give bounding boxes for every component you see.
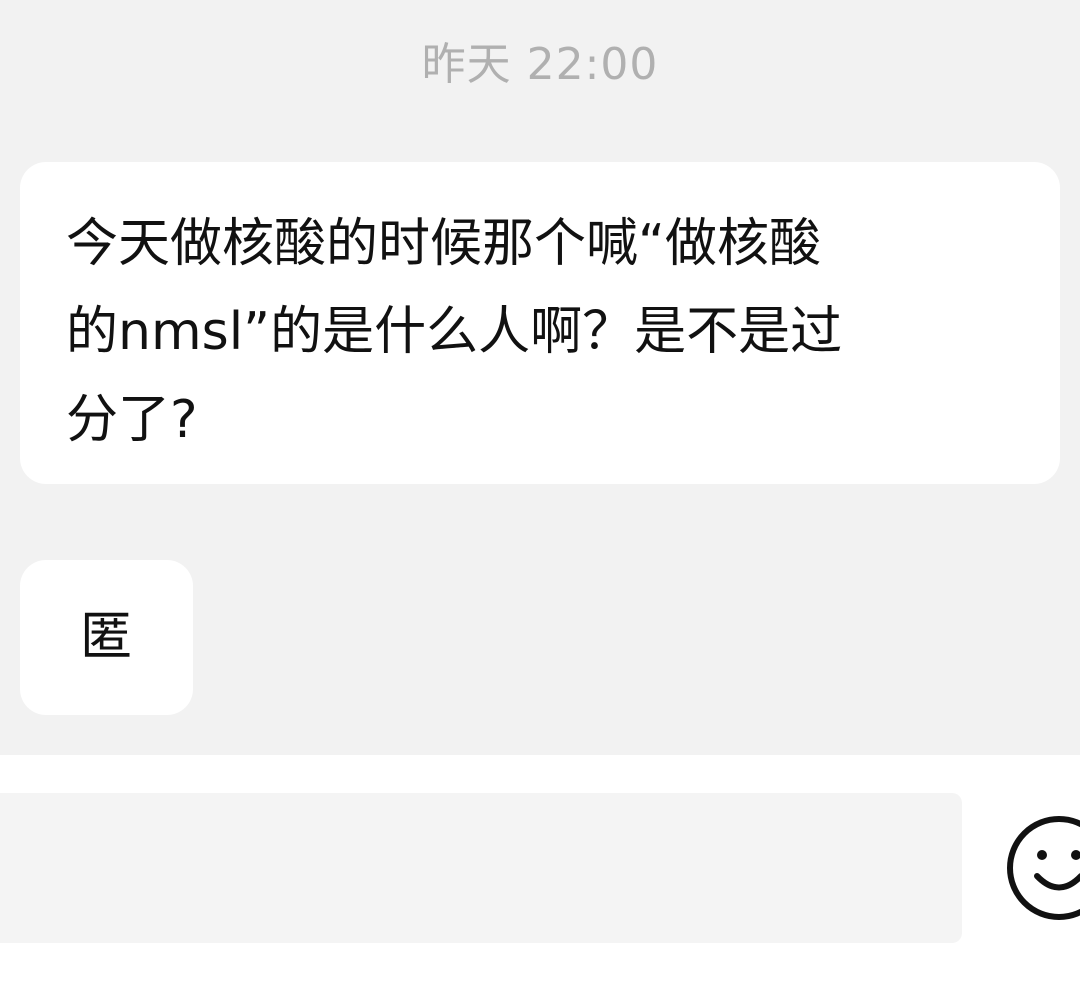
input-bar bbox=[0, 755, 1080, 981]
chat-message-area: 昨天 22:00 今天做核酸的时候那个喊“做核酸 的nmsl”的是什么人啊？是不… bbox=[0, 0, 1080, 755]
message-bubble[interactable]: 匿 bbox=[20, 560, 193, 715]
message-text: 今天做核酸的时候那个喊“做核酸 的nmsl”的是什么人啊？是不是过 分了? bbox=[66, 214, 843, 450]
message-timestamp: 昨天 22:00 bbox=[421, 39, 659, 90]
emoji-button[interactable] bbox=[1004, 813, 1080, 923]
message-input[interactable] bbox=[0, 793, 962, 943]
message-bubble[interactable]: 今天做核酸的时候那个喊“做核酸 的nmsl”的是什么人啊？是不是过 分了? bbox=[20, 162, 1060, 484]
message-text: 匿 bbox=[80, 607, 133, 667]
smiley-face-icon bbox=[1007, 816, 1080, 920]
